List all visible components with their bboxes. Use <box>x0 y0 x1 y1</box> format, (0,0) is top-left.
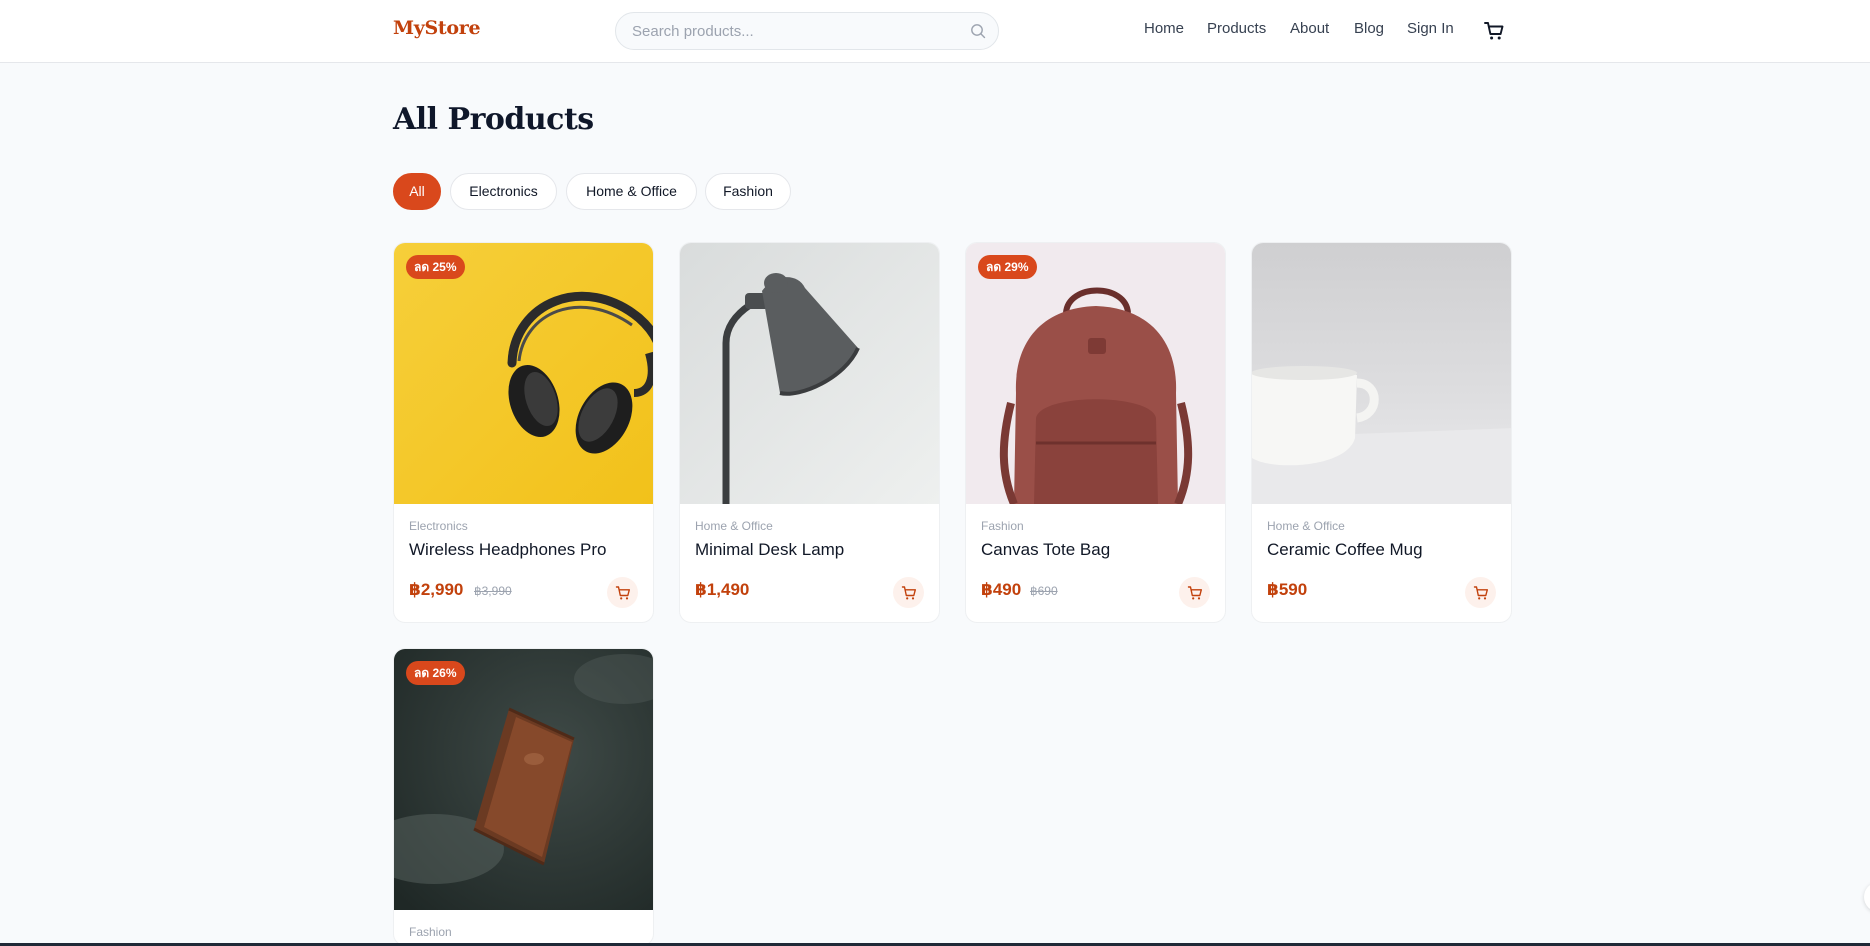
cart-icon <box>1187 586 1202 600</box>
add-to-cart-button[interactable] <box>893 577 924 608</box>
discount-badge: ลด 25% <box>406 255 465 279</box>
product-category: Home & Office <box>1267 519 1345 533</box>
add-to-cart-button[interactable] <box>1179 577 1210 608</box>
nav-about[interactable]: About <box>1290 20 1329 42</box>
product-card[interactable]: Home & Office Minimal Desk Lamp ฿1,490 <box>679 242 940 623</box>
product-category: Home & Office <box>695 519 773 533</box>
product-card[interactable]: ลด 25% Electronics Wireless Headphones P… <box>393 242 654 623</box>
product-image-wallet[interactable] <box>394 649 653 910</box>
product-name[interactable]: Canvas Tote Bag <box>981 540 1110 560</box>
product-image-coffee-mug[interactable] <box>1252 243 1511 504</box>
product-name[interactable]: Ceramic Coffee Mug <box>1267 540 1423 560</box>
product-category: Fashion <box>409 925 452 939</box>
product-price: ฿1,490 <box>695 580 750 599</box>
filter-home-office[interactable]: Home & Office <box>566 173 697 210</box>
product-image-headphones[interactable] <box>394 243 653 504</box>
cart-icon <box>901 586 916 600</box>
nav-blog[interactable]: Blog <box>1354 20 1384 42</box>
nav-home[interactable]: Home <box>1144 20 1184 42</box>
product-original-price: ฿3,990 <box>474 584 512 598</box>
product-card[interactable]: ลด 26% Fashion <box>393 648 654 946</box>
search-bar[interactable] <box>615 12 999 50</box>
filter-electronics[interactable]: Electronics <box>450 173 557 210</box>
search-input[interactable] <box>632 13 952 49</box>
floating-chat-button[interactable] <box>1864 882 1870 912</box>
product-card[interactable]: Home & Office Ceramic Coffee Mug ฿590 <box>1251 242 1512 623</box>
product-card[interactable]: ลด 29% Fashion Canvas Tote Bag ฿490 ฿690 <box>965 242 1226 623</box>
add-to-cart-button[interactable] <box>1465 577 1496 608</box>
product-name[interactable]: Wireless Headphones Pro <box>409 540 606 560</box>
cart-button[interactable] <box>1483 20 1505 42</box>
site-header: MyStore Home Products About Blog Sign In <box>0 0 1870 63</box>
search-icon[interactable] <box>970 23 986 39</box>
product-category: Fashion <box>981 519 1024 533</box>
nav-products[interactable]: Products <box>1207 20 1266 42</box>
product-name[interactable]: Minimal Desk Lamp <box>695 540 844 560</box>
cart-icon <box>1473 586 1488 600</box>
discount-badge: ลด 26% <box>406 661 465 685</box>
product-original-price: ฿690 <box>1030 584 1058 598</box>
cart-icon <box>1484 22 1504 40</box>
page-title: All Products <box>393 102 594 137</box>
product-price: ฿590 <box>1267 580 1308 599</box>
filter-fashion[interactable]: Fashion <box>705 173 791 210</box>
filter-all[interactable]: All <box>393 173 441 210</box>
cart-icon <box>615 586 630 600</box>
product-category: Electronics <box>409 519 468 533</box>
nav-sign-in[interactable]: Sign In <box>1407 20 1454 42</box>
product-price: ฿2,990 <box>409 580 464 599</box>
add-to-cart-button[interactable] <box>607 577 638 608</box>
product-price: ฿490 <box>981 580 1022 599</box>
product-image-bag[interactable] <box>966 243 1225 504</box>
discount-badge: ลด 29% <box>978 255 1037 279</box>
site-logo[interactable]: MyStore <box>393 17 481 39</box>
product-image-desk-lamp[interactable] <box>680 243 939 504</box>
